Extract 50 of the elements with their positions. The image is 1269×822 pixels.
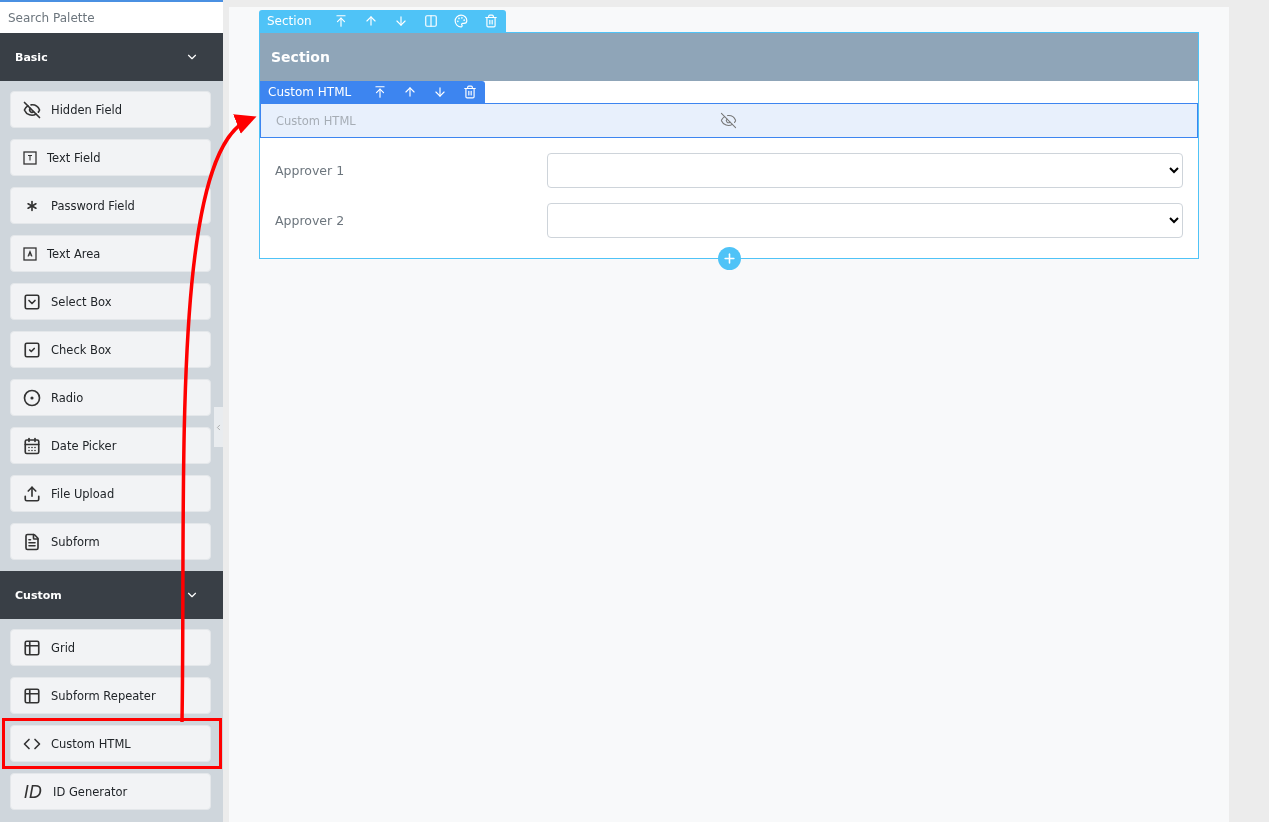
palette-item[interactable]: Subform Repeater <box>10 677 211 714</box>
select-field[interactable] <box>547 203 1183 238</box>
arrow-up-button[interactable] <box>403 85 418 99</box>
section-header: Section <box>260 33 1198 81</box>
palette-item[interactable]: File Upload <box>10 475 211 512</box>
palette-item[interactable]: ID ID Generator <box>10 773 211 810</box>
id-glyph-icon: ID <box>23 781 43 802</box>
trash-button[interactable] <box>463 85 478 99</box>
palette-group-header[interactable]: Custom <box>0 571 223 619</box>
text-field-icon <box>23 150 37 165</box>
palette-item[interactable]: Check Box <box>10 331 211 368</box>
chevron-left-icon <box>214 422 223 432</box>
field-label: Approver 1 <box>275 163 346 178</box>
trash-button[interactable] <box>483 14 498 28</box>
palette-item[interactable]: Date Picker <box>10 427 211 464</box>
radio-icon <box>23 388 41 407</box>
table-icon <box>23 638 41 657</box>
checkbox-icon <box>23 340 41 359</box>
add-button[interactable] <box>718 247 741 270</box>
dropdown-icon <box>23 292 41 311</box>
palette-item[interactable]: Hidden Field <box>10 91 211 128</box>
palette-item[interactable]: Radio <box>10 379 211 416</box>
palette-item[interactable]: Text Field <box>10 139 211 176</box>
document-icon <box>23 532 41 551</box>
collapse-handle[interactable] <box>214 407 223 447</box>
text-area-icon <box>23 246 37 261</box>
move-top-button[interactable] <box>373 85 388 99</box>
arrow-up-button[interactable] <box>363 14 378 28</box>
block-label: Custom HTML <box>276 113 357 128</box>
move-top-button[interactable] <box>333 14 348 28</box>
plus-icon <box>722 251 737 266</box>
search-field[interactable]: Search Palette <box>0 2 223 33</box>
palette-item[interactable]: Custom HTML <box>10 725 211 762</box>
field-label: Approver 2 <box>275 213 346 228</box>
palette-item[interactable]: Text Area <box>10 235 211 272</box>
eye-slash-icon <box>23 100 41 119</box>
calendar-icon <box>23 436 41 455</box>
table-icon <box>23 686 41 705</box>
palette-item[interactable]: Subform <box>10 523 211 560</box>
select-field[interactable] <box>547 153 1183 188</box>
palette-item[interactable]: Select Box <box>10 283 211 320</box>
palette-group-header[interactable]: Basic <box>0 33 223 81</box>
columns-button[interactable] <box>423 14 438 28</box>
palette-item[interactable]: Grid <box>10 629 211 666</box>
arrow-down-button[interactable] <box>393 14 408 28</box>
palette-button[interactable] <box>453 14 468 28</box>
toolbar-label: Section <box>267 14 312 28</box>
toolbar-label: Custom HTML <box>268 85 352 99</box>
upload-icon <box>23 484 41 503</box>
palette-item[interactable]: Password Field <box>10 187 211 224</box>
